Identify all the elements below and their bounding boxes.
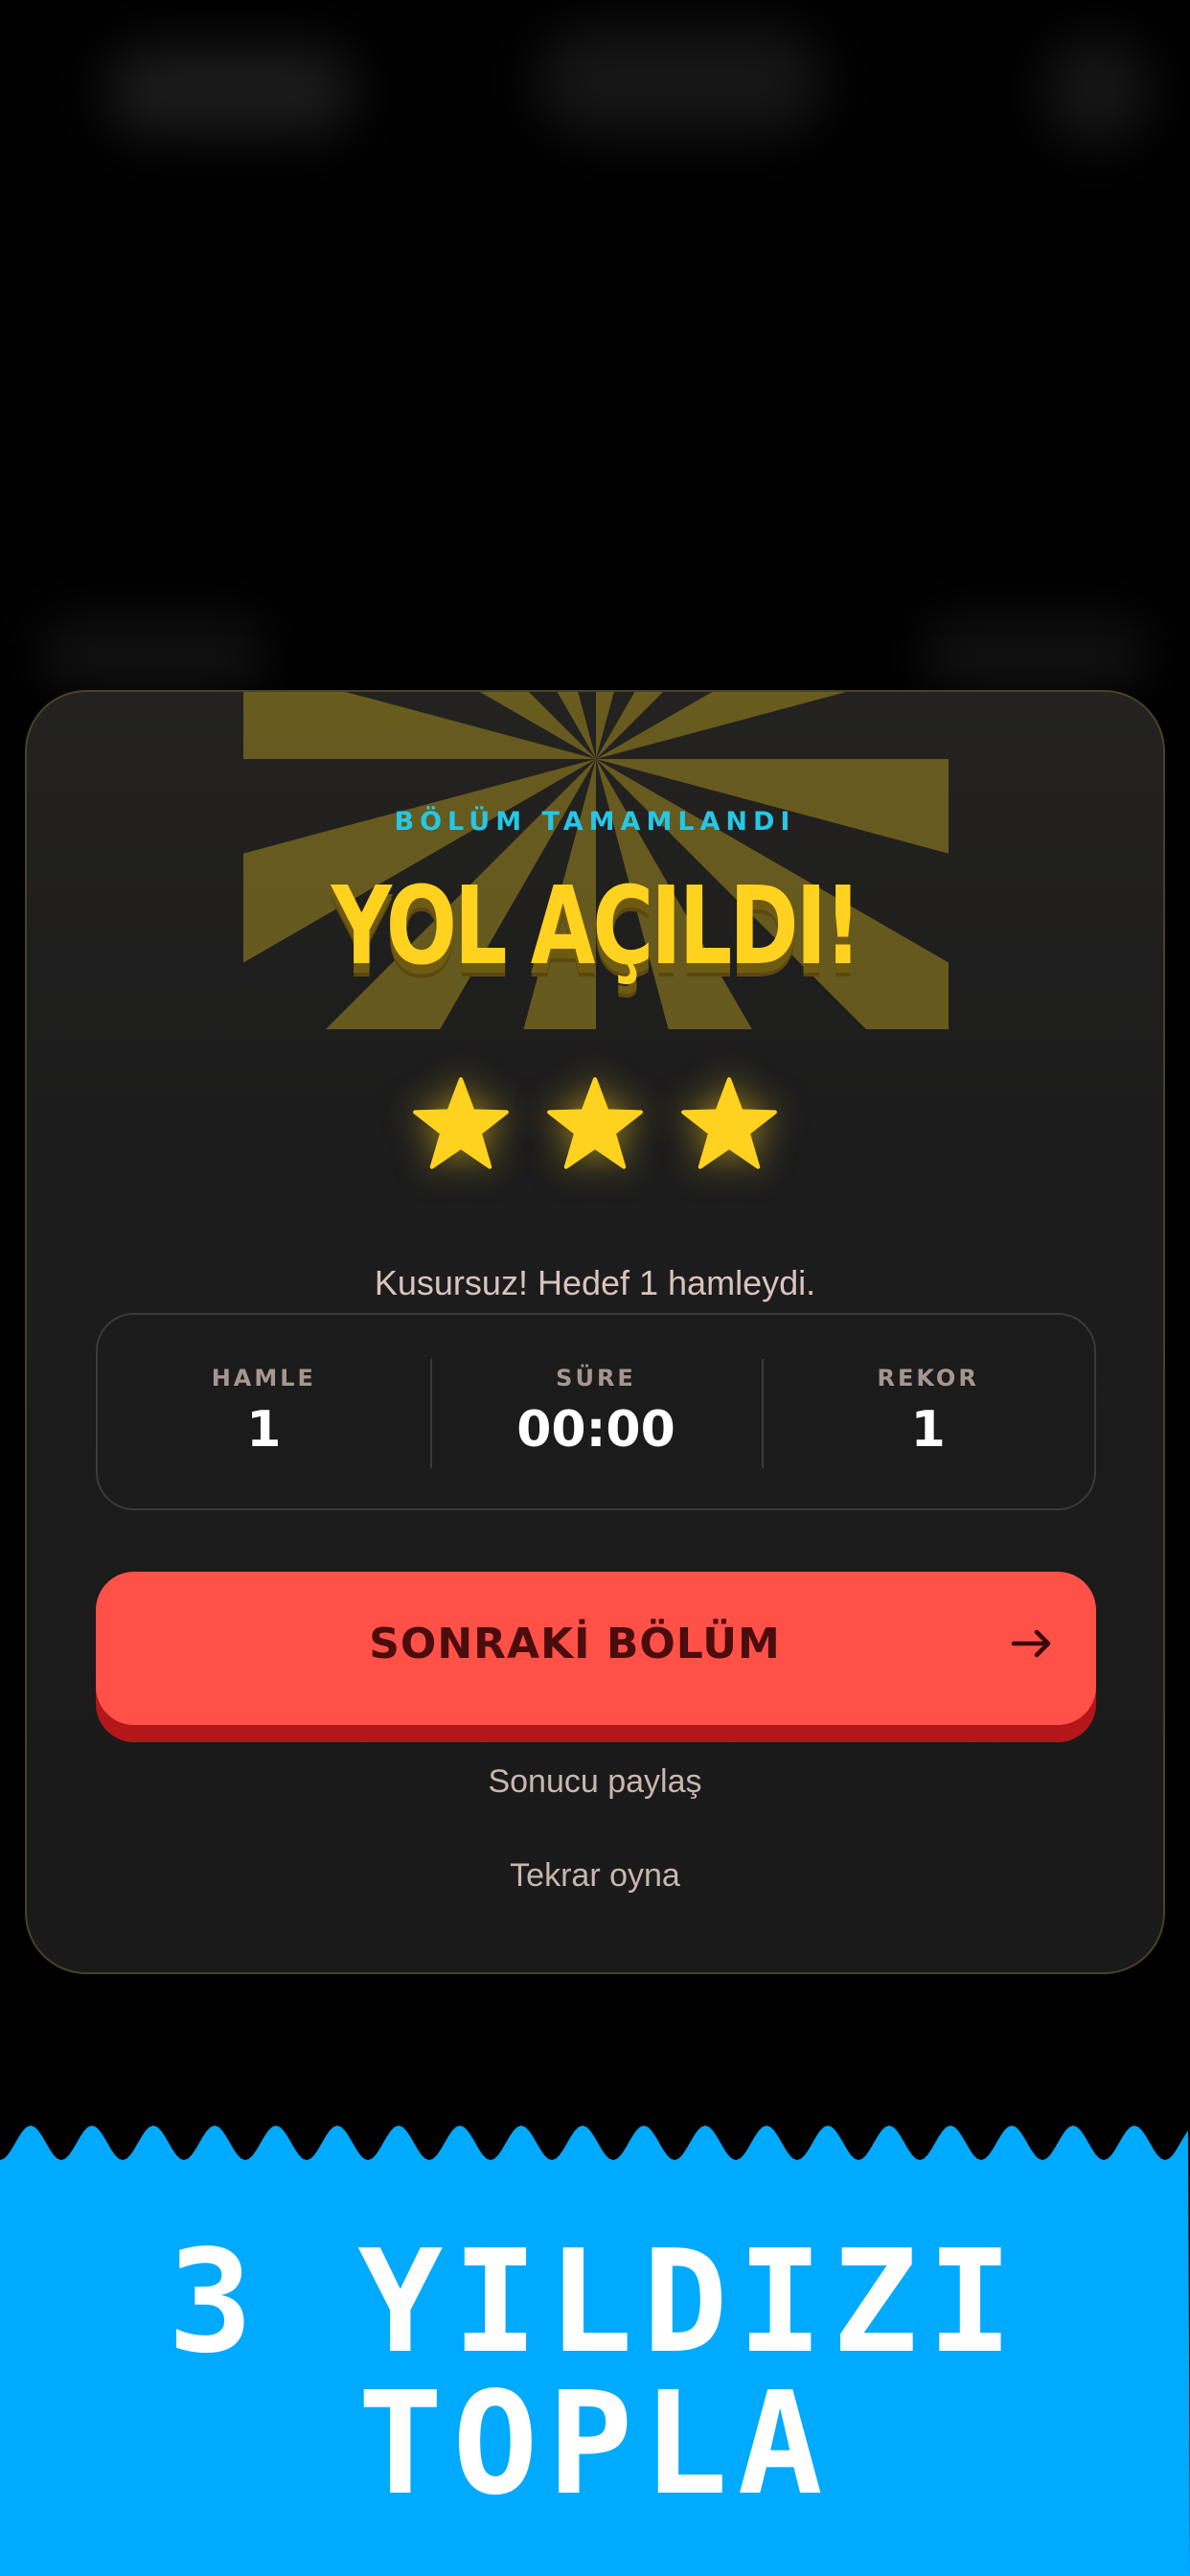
promo-line-2: TOPLA [357,2361,833,2526]
share-result-link[interactable]: Sonucu paylaş [27,1763,1163,1801]
blurred-background-element [105,48,355,134]
blurred-background-element [38,623,268,690]
arrow-right-icon [1011,1629,1051,1658]
promo-line-1: 3 YILDIZI [168,2220,1022,2384]
star-rating [27,1075,1163,1175]
blurred-background-element [920,623,1150,690]
star-icon [681,1077,777,1169]
blurred-background-element [1044,38,1150,144]
headline: YOL AÇILDI! [331,864,862,989]
stat-time: SÜRE 00:00 [429,1315,763,1508]
stat-moves: HAMLE 1 [98,1315,430,1508]
level-complete-label: BÖLÜM TAMAMLANDI [394,807,796,837]
stats-panel: HAMLE 1 SÜRE 00:00 REKOR 1 [96,1313,1096,1510]
stat-value: 1 [910,1401,946,1459]
stat-value: 1 [246,1401,282,1459]
stat-label: HAMLE [211,1365,316,1392]
stat-label: SÜRE [556,1365,636,1392]
star-icon [547,1077,643,1169]
headline-container: YOL AÇILDI! [27,855,1163,1018]
promo-banner: 3 YILDIZI TOPLA [0,2118,1190,2576]
stat-label: REKOR [877,1365,979,1392]
next-level-button[interactable]: SONRAKİ BÖLÜM [96,1572,1096,1725]
star-icon [413,1077,509,1169]
stat-value: 00:00 [516,1401,675,1459]
blurred-background-element [537,29,824,134]
level-complete-modal: BÖLÜM TAMAMLANDI YOL AÇILDI! Kusursuz! H… [25,690,1165,1974]
replay-link[interactable]: Tekrar oyna [27,1857,1163,1895]
promo-text: 3 YILDIZI TOPLA [0,2231,1190,2515]
result-message: Kusursuz! Hedef 1 hamleydi. [374,1263,816,1302]
stat-record: REKOR 1 [762,1315,1094,1508]
next-level-label: SONRAKİ BÖLÜM [369,1620,781,1668]
